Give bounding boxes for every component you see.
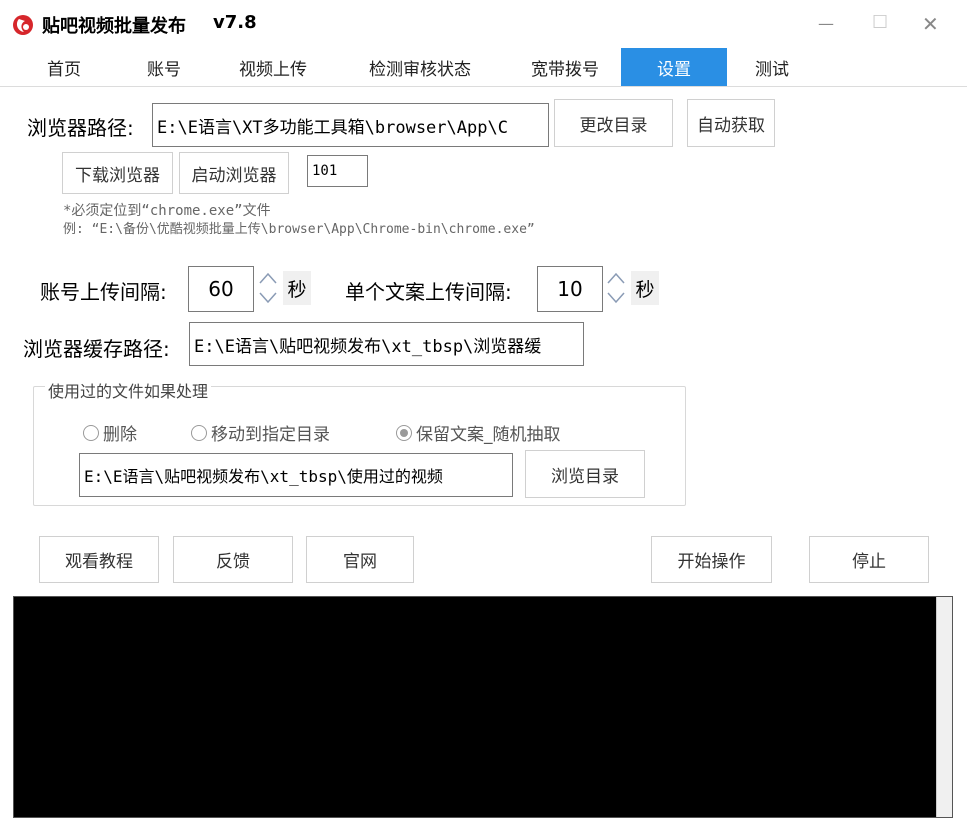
log-output[interactable] [13, 596, 953, 818]
website-button[interactable]: 官网 [306, 536, 414, 583]
radio-keep[interactable]: 保留文案_随机抽取 [396, 420, 561, 445]
account-interval-spinner[interactable] [257, 266, 279, 310]
tutorial-button[interactable]: 观看教程 [39, 536, 159, 583]
tab-account[interactable]: 账号 [128, 48, 200, 86]
copy-interval-label: 单个文案上传间隔: [345, 280, 512, 304]
tab-review-status[interactable]: 检测审核状态 [348, 48, 492, 86]
radio-delete-label: 删除 [103, 425, 137, 445]
tab-broadband-dial[interactable]: 宽带拨号 [510, 48, 620, 86]
tab-home[interactable]: 首页 [28, 48, 100, 86]
account-interval-label: 账号上传间隔: [40, 280, 167, 304]
feedback-button[interactable]: 反馈 [173, 536, 293, 583]
maximize-button[interactable]: ☐ [872, 12, 888, 33]
radio-move[interactable]: 移动到指定目录 [191, 420, 330, 445]
radio-keep-label: 保留文案_随机抽取 [416, 425, 561, 445]
tab-divider [0, 86, 967, 87]
account-interval-input[interactable]: 60 [188, 266, 254, 312]
title-bar: 贴吧视频批量发布 v7.8 — ☐ ✕ [0, 0, 967, 48]
radio-delete[interactable]: 删除 [83, 420, 137, 445]
tab-test[interactable]: 测试 [732, 48, 812, 86]
port-input[interactable]: 101 [307, 155, 368, 187]
auto-get-button[interactable]: 自动获取 [687, 99, 775, 147]
log-scrollbar[interactable] [936, 597, 952, 817]
start-button[interactable]: 开始操作 [651, 536, 772, 583]
app-title: 贴吧视频批量发布 [42, 16, 186, 37]
browser-path-input[interactable]: E:\E语言\XT多功能工具箱\browser\App\C [152, 103, 549, 147]
copy-interval-spinner[interactable] [605, 266, 627, 310]
stop-button[interactable]: 停止 [809, 536, 929, 583]
app-version: v7.8 [213, 12, 257, 33]
cache-path-input[interactable]: E:\E语言\贴吧视频发布\xt_tbsp\浏览器缓 [189, 322, 584, 366]
browser-path-label: 浏览器路径: [27, 116, 134, 140]
change-dir-button[interactable]: 更改目录 [554, 99, 673, 147]
tab-settings[interactable]: 设置 [621, 48, 727, 86]
radio-move-indicator [191, 424, 207, 441]
launch-browser-button[interactable]: 启动浏览器 [179, 152, 289, 194]
tab-video-upload[interactable]: 视频上传 [218, 48, 328, 86]
radio-keep-indicator [396, 424, 412, 441]
account-interval-unit: 秒 [283, 271, 311, 305]
minimize-button[interactable]: — [818, 14, 834, 33]
hint-required: *必须定位到“chrome.exe”文件 [63, 203, 271, 219]
download-browser-button[interactable]: 下载浏览器 [62, 152, 173, 194]
browse-dir-button[interactable]: 浏览目录 [525, 450, 645, 498]
radio-delete-indicator [83, 424, 99, 441]
cache-path-label: 浏览器缓存路径: [23, 337, 170, 361]
copy-interval-unit: 秒 [631, 271, 659, 305]
hint-example: 例: “E:\备份\优酷视频批量上传\browser\App\Chrome-bi… [63, 222, 535, 237]
close-button[interactable]: ✕ [922, 12, 939, 36]
used-files-group-title: 使用过的文件如果处理 [45, 378, 212, 402]
radio-move-label: 移动到指定目录 [211, 425, 330, 445]
app-logo-icon [12, 14, 34, 36]
used-files-path-input[interactable]: E:\E语言\贴吧视频发布\xt_tbsp\使用过的视频 [79, 453, 513, 497]
copy-interval-input[interactable]: 10 [537, 266, 603, 312]
